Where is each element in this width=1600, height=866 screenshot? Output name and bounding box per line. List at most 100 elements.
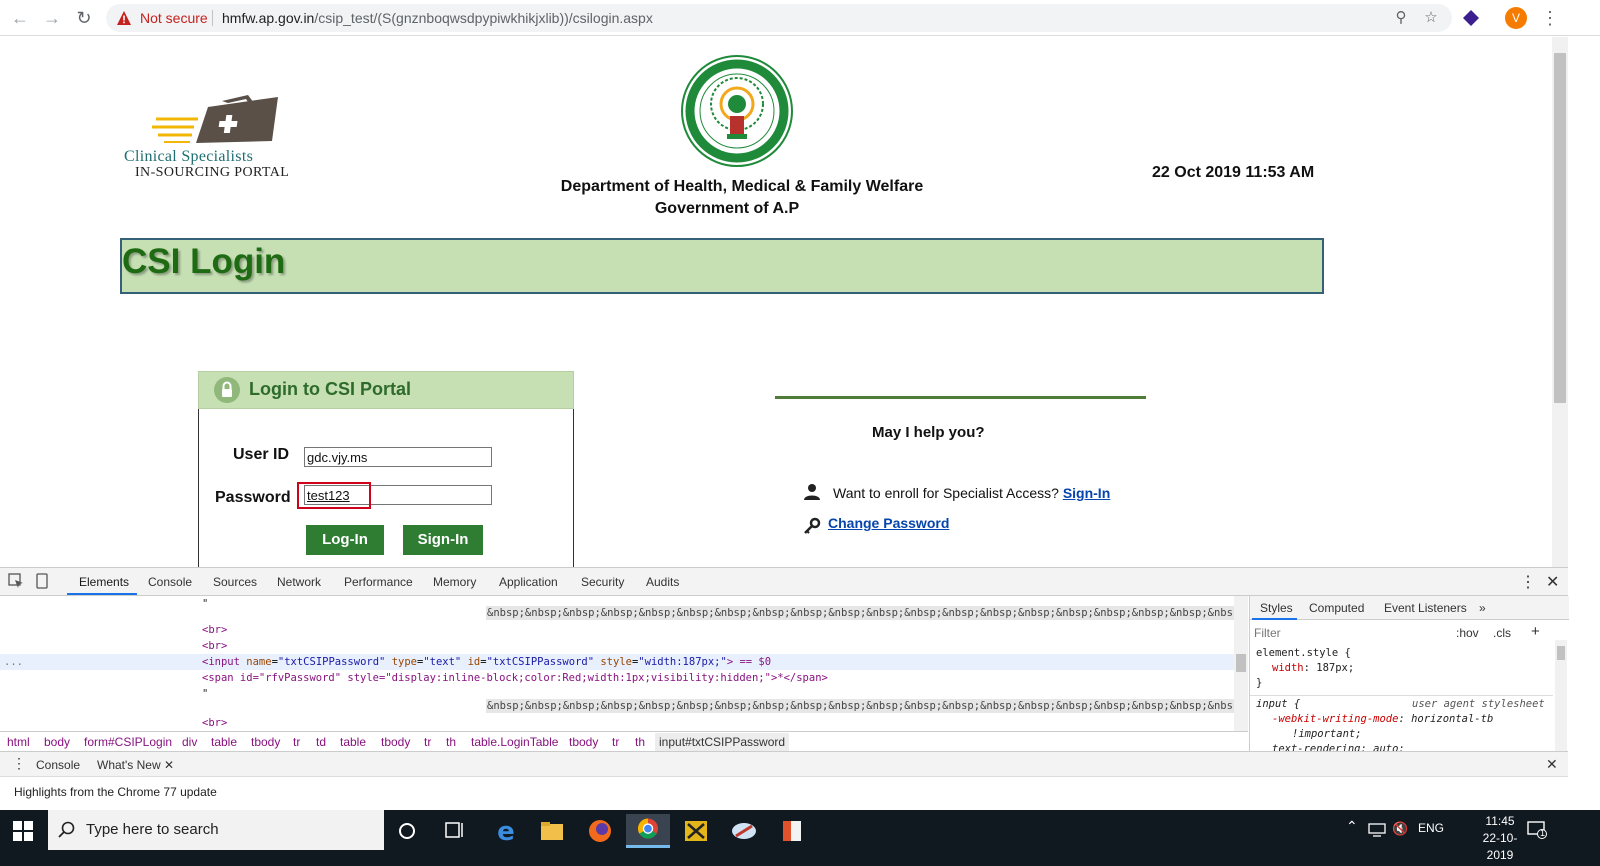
element-style-close: } — [1256, 677, 1263, 689]
chrome-icon[interactable] — [626, 814, 670, 848]
omnibox-divider — [212, 10, 213, 26]
page-scrollbar[interactable] — [1552, 37, 1568, 567]
breadcrumb-item[interactable]: table — [211, 735, 237, 749]
star-icon[interactable]: ☆ — [1422, 9, 1440, 27]
breadcrumb-item[interactable]: tbody — [569, 735, 598, 749]
dom-line[interactable]: <span id="rfvPassword" style="display:in… — [0, 670, 1234, 686]
device-toolbar-icon[interactable] — [34, 573, 50, 589]
extension-icon[interactable] — [1462, 9, 1480, 27]
breadcrumb-item[interactable]: tr — [612, 735, 619, 749]
page-scroll-thumb[interactable] — [1554, 53, 1566, 403]
taskbar-clock[interactable]: 11:45 22-10-2019 — [1472, 813, 1528, 864]
firefox-icon[interactable] — [578, 814, 622, 848]
devtools-close-icon[interactable]: ✕ — [1546, 572, 1559, 592]
breadcrumb-item[interactable]: table — [340, 735, 366, 749]
dom-scroll-thumb[interactable] — [1236, 654, 1246, 672]
reload-icon[interactable]: ↻ — [72, 6, 96, 30]
inspect-element-icon[interactable] — [8, 573, 24, 589]
new-rule-icon[interactable]: + — [1531, 623, 1540, 640]
dom-text: " — [202, 688, 209, 700]
snipping-tool-icon[interactable] — [722, 814, 766, 848]
breadcrumb-item[interactable]: tr — [424, 735, 431, 749]
warning-icon — [117, 11, 131, 25]
tab-security[interactable]: Security — [581, 575, 624, 589]
breadcrumb-item[interactable]: form#CSIPLogin — [84, 735, 172, 749]
class-toggle[interactable]: .cls — [1493, 626, 1511, 640]
dom-line-selected[interactable]: ... <input name="txtCSIPPassword" type="… — [0, 654, 1234, 670]
breadcrumb-item[interactable]: div — [182, 735, 197, 749]
breadcrumb-item[interactable]: table.LoginTable — [471, 735, 558, 749]
edge-browser-icon[interactable]: e — [484, 814, 528, 848]
help-divider — [775, 396, 1146, 399]
network-icon[interactable] — [1368, 823, 1386, 837]
styles-filter-input[interactable] — [1254, 626, 1444, 640]
language-indicator[interactable]: ENG — [1418, 821, 1444, 835]
not-secure-label[interactable]: Not secure — [140, 10, 208, 26]
tab-elements[interactable]: Elements — [79, 575, 129, 589]
tab-application[interactable]: Application — [499, 575, 558, 589]
profile-avatar[interactable]: V — [1505, 7, 1527, 29]
dom-nbsp-text[interactable]: &nbsp;&nbsp;&nbsp;&nbsp;&nbsp;&nbsp;&nbs… — [486, 606, 1234, 620]
tray-expand-icon[interactable]: ⌃ — [1346, 818, 1358, 835]
styles-scrollbar[interactable] — [1555, 640, 1567, 751]
tab-sources[interactable]: Sources — [213, 575, 257, 589]
volume-muted-icon[interactable]: 🔇 — [1392, 821, 1408, 837]
tab-console[interactable]: Console — [148, 575, 192, 589]
tab-audits[interactable]: Audits — [646, 575, 679, 589]
dom-scrollbar[interactable] — [1234, 596, 1248, 731]
dom-tree[interactable]: " &nbsp;&nbsp;&nbsp;&nbsp;&nbsp;&nbsp;&n… — [0, 596, 1234, 731]
address-bar[interactable]: Not secure hmfw.ap.gov.in/csip_test/(S(g… — [106, 4, 1452, 32]
change-password-link[interactable]: Change Password — [828, 515, 949, 531]
windows-start-icon[interactable] — [12, 820, 34, 842]
styles-scroll-thumb[interactable] — [1557, 646, 1565, 660]
styles-tabbar: Styles Computed Event Listeners » — [1250, 596, 1569, 620]
breadcrumb-item[interactable]: tbody — [381, 735, 410, 749]
taskbar-search-placeholder[interactable]: Type here to search — [86, 821, 219, 838]
drawer-tab-console[interactable]: Console — [36, 758, 80, 772]
drawer-tab-whats-new[interactable]: What's New — [97, 758, 161, 772]
dom-line[interactable]: <br> — [0, 715, 1234, 731]
tab-event-listeners[interactable]: Event Listeners — [1384, 601, 1467, 615]
browser-toolbar: ← → ↻ Not secure hmfw.ap.gov.in/csip_tes… — [0, 0, 1600, 36]
drawer-menu-icon[interactable]: ⋮ — [12, 755, 26, 772]
breadcrumb-current[interactable]: input#txtCSIPPassword — [655, 733, 790, 751]
more-tabs-icon[interactable]: » — [1479, 601, 1486, 615]
breadcrumb-item[interactable]: html — [7, 735, 30, 749]
breadcrumb-item[interactable]: th — [446, 735, 456, 749]
dom-nbsp-text[interactable]: &nbsp;&nbsp;&nbsp;&nbsp;&nbsp;&nbsp;&nbs… — [486, 699, 1234, 713]
user-id-input[interactable] — [304, 447, 492, 467]
dom-ellipsis[interactable]: ... — [4, 654, 23, 670]
breadcrumb-item[interactable]: tbody — [251, 735, 280, 749]
tab-network[interactable]: Network — [277, 575, 321, 589]
breadcrumb-item[interactable]: body — [44, 735, 70, 749]
dom-line[interactable]: <br> — [0, 638, 1234, 654]
enroll-signin-link[interactable]: Sign-In — [1063, 485, 1110, 501]
office-app-icon[interactable] — [770, 814, 814, 848]
tab-styles[interactable]: Styles — [1260, 601, 1293, 615]
dom-line[interactable]: <br> — [0, 622, 1234, 638]
tab-computed[interactable]: Computed — [1309, 601, 1364, 615]
tool-app-icon[interactable] — [674, 814, 718, 848]
breadcrumb-item[interactable]: td — [316, 735, 326, 749]
tab-memory[interactable]: Memory — [433, 575, 476, 589]
person-icon — [804, 484, 820, 500]
key-icon[interactable]: ⚲ — [1392, 9, 1410, 27]
breadcrumb-item[interactable]: tr — [293, 735, 300, 749]
login-button[interactable]: Log-In — [306, 525, 384, 555]
tab-performance[interactable]: Performance — [344, 575, 413, 589]
signin-button[interactable]: Sign-In — [403, 525, 483, 555]
forward-arrow-icon[interactable]: → — [40, 6, 64, 30]
chrome-menu-icon[interactable]: ⋮ — [1540, 6, 1560, 30]
breadcrumb-item[interactable]: th — [635, 735, 645, 749]
close-tab-icon[interactable]: ✕ — [164, 758, 174, 772]
url-text[interactable]: hmfw.ap.gov.in/csip_test/(S(gnznboqwsdpy… — [222, 10, 653, 26]
hover-state-toggle[interactable]: :hov — [1456, 626, 1479, 640]
devtools-menu-icon[interactable]: ⋮ — [1520, 572, 1536, 592]
file-explorer-icon[interactable] — [530, 814, 574, 848]
element-style-declaration[interactable]: width: 187px; — [1272, 662, 1354, 674]
cortana-icon[interactable] — [385, 814, 429, 848]
ua-selector: input { — [1256, 698, 1301, 710]
drawer-close-icon[interactable]: ✕ — [1546, 756, 1558, 773]
back-arrow-icon[interactable]: ← — [8, 6, 32, 30]
task-view-icon[interactable] — [432, 814, 476, 848]
